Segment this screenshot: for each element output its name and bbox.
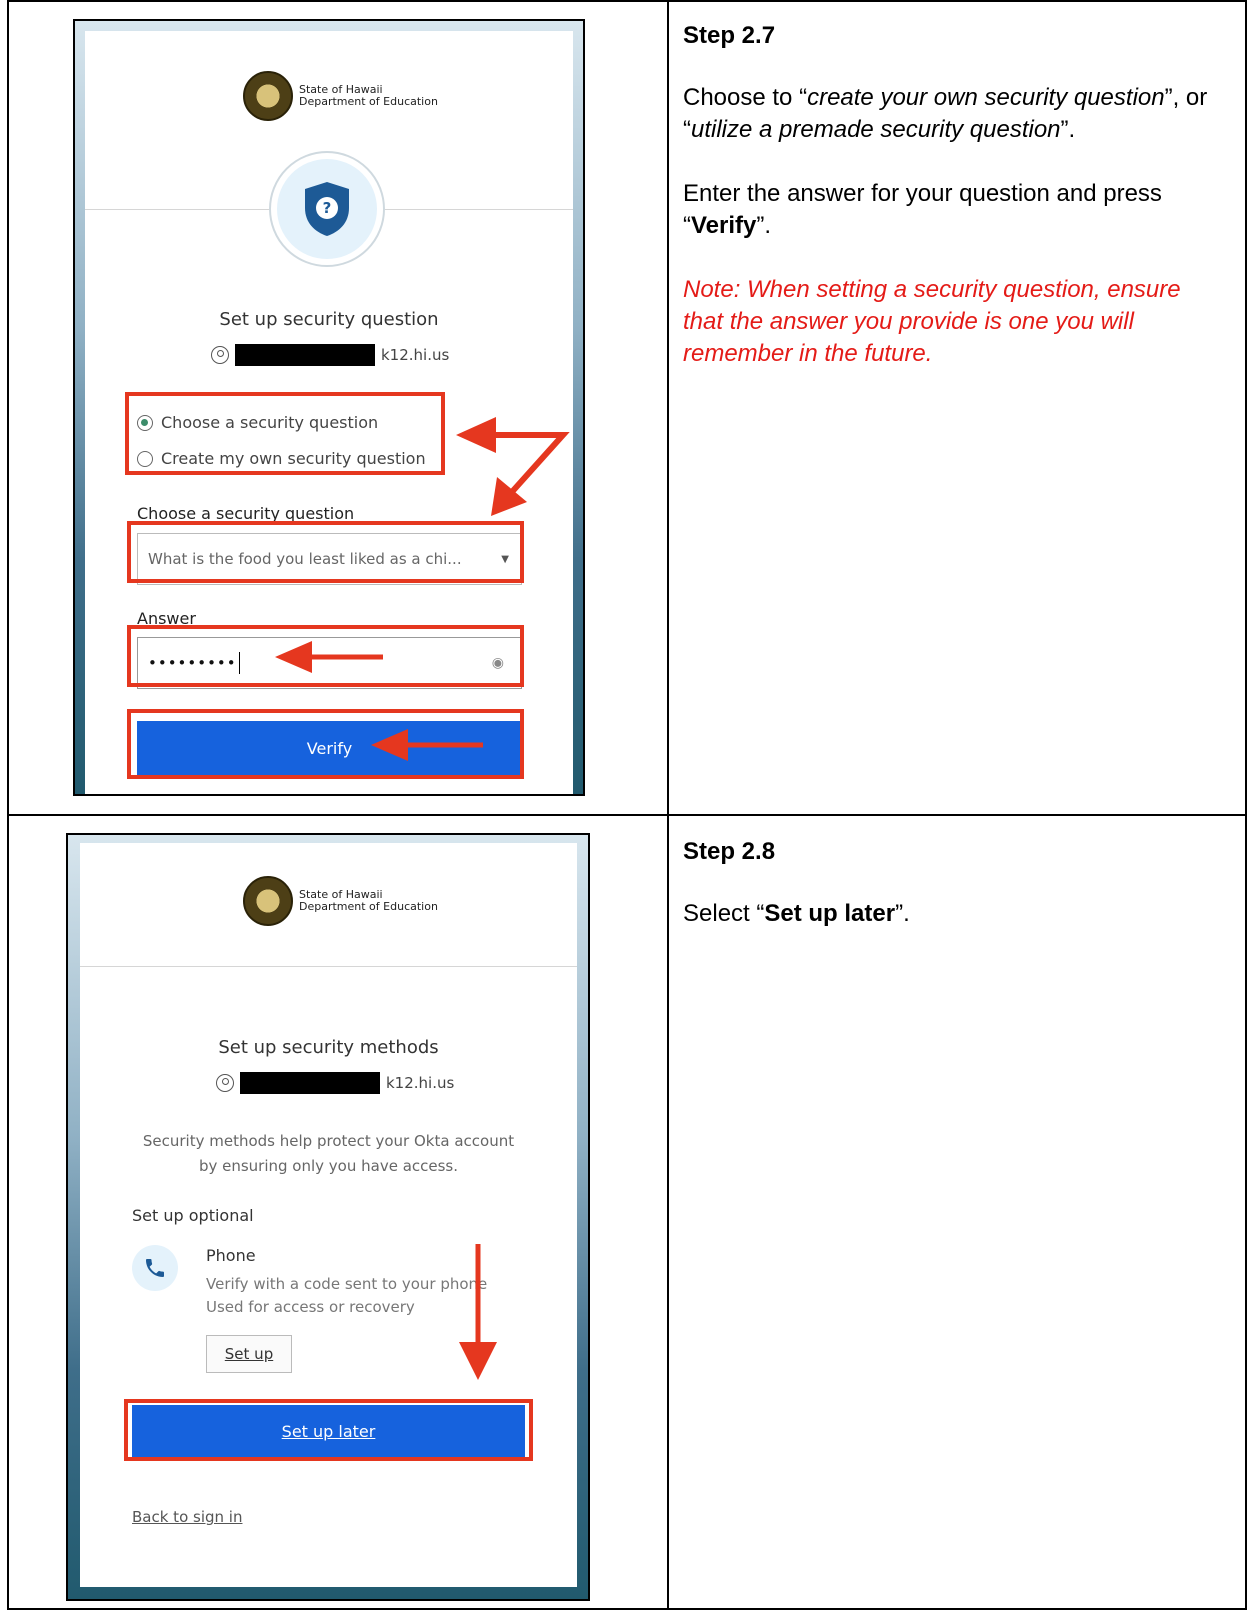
arrow-head-left [456, 417, 496, 453]
answer-arrow-head [275, 641, 312, 673]
setup-later-arrow-head [459, 1342, 497, 1380]
annotation-arrows [275, 417, 570, 1380]
verify-arrow-head [371, 729, 408, 761]
